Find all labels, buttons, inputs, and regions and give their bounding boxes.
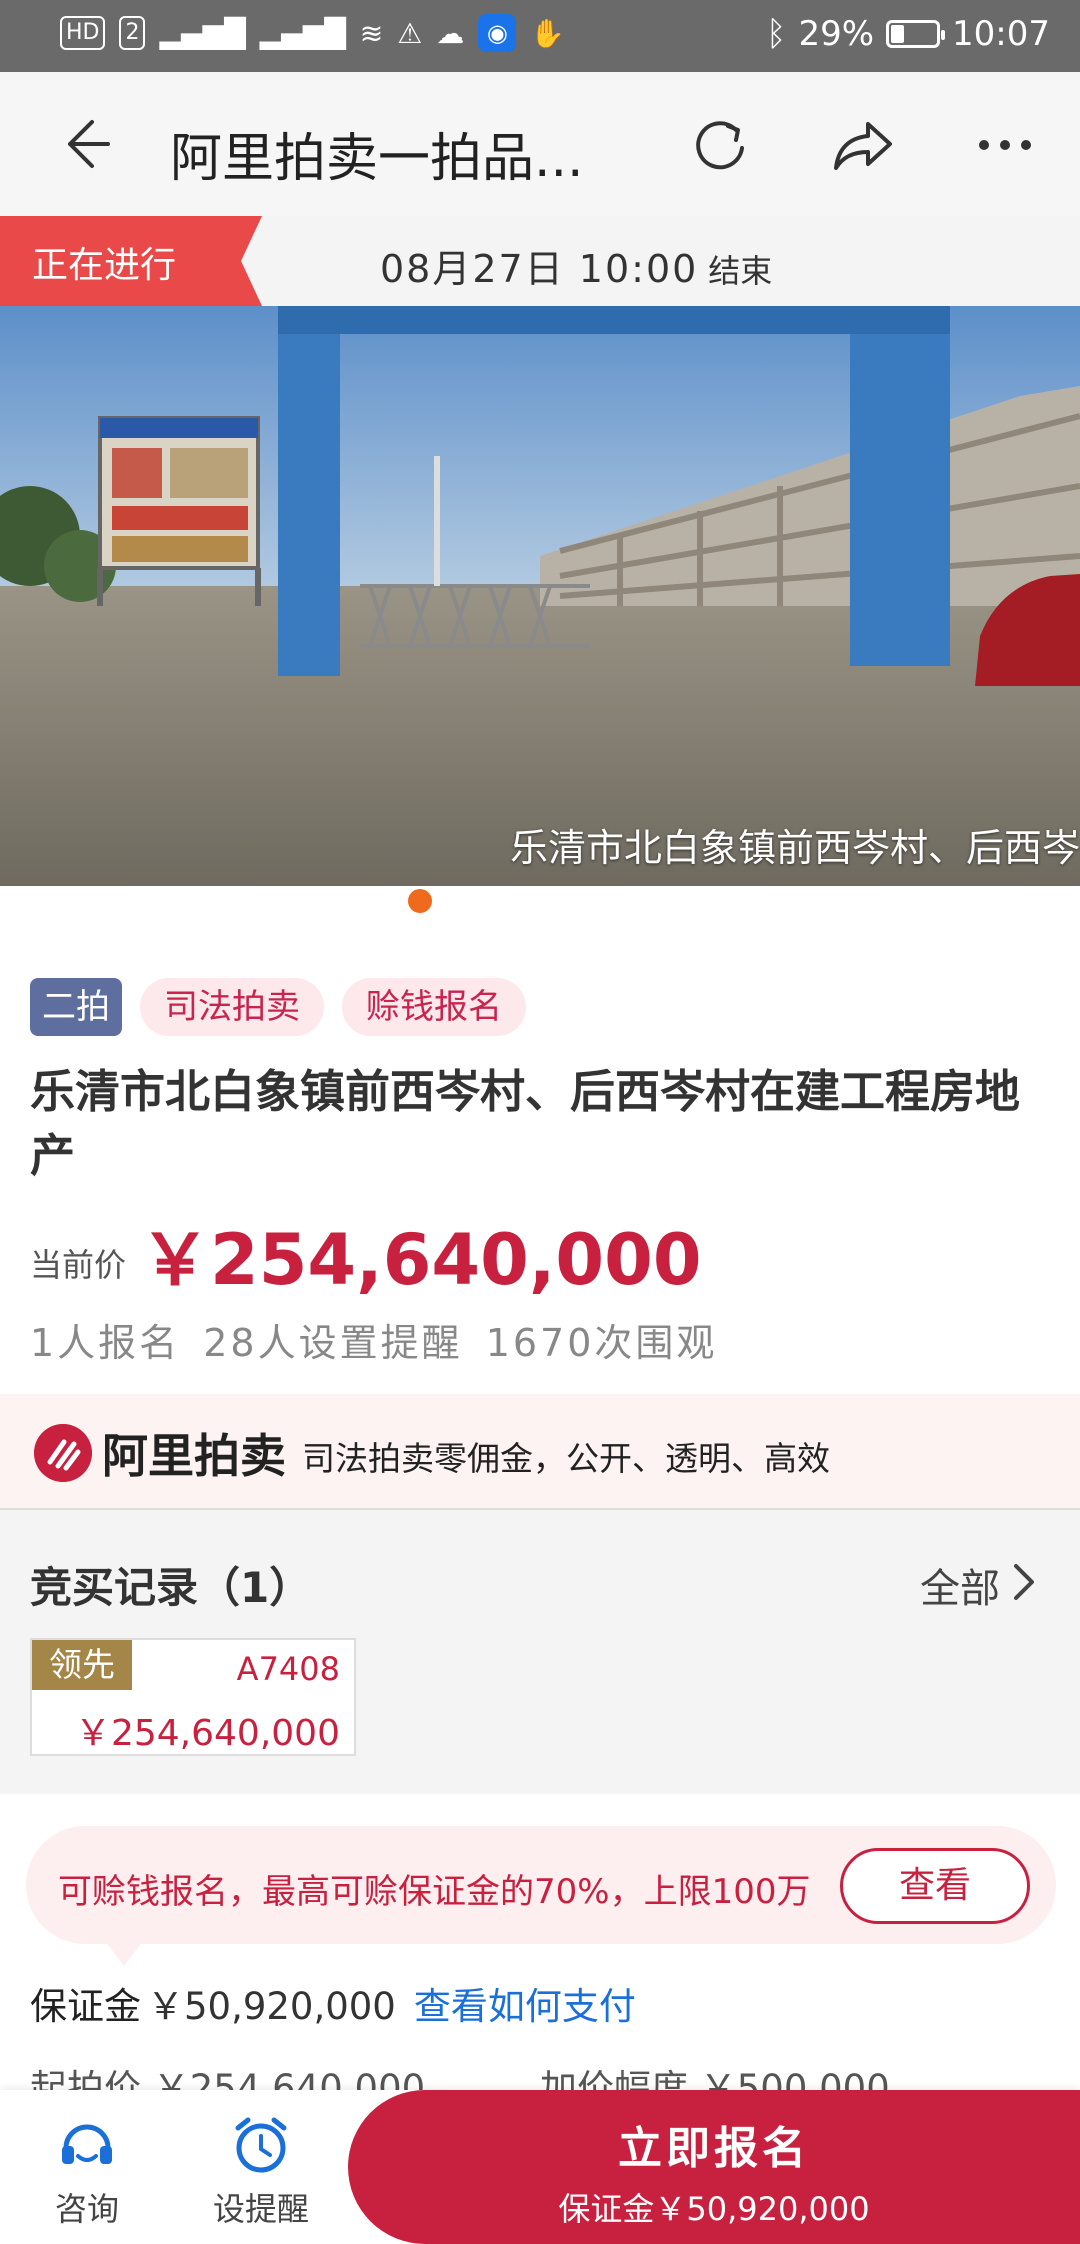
lot-photo[interactable]: 乐清市北白象镇前西岑村、后西岑 — [0, 306, 1080, 886]
price-label: 当前价 — [30, 1246, 127, 1284]
deposit-row: 保证金 ￥50,920,000 查看如何支付 — [30, 1976, 636, 2030]
page-title: 阿里拍卖一拍品... — [170, 129, 584, 189]
lot-stats: 1人报名 28人设置提醒 1670次围观 — [30, 1321, 718, 1365]
view-promo-button[interactable]: 查看 — [840, 1848, 1030, 1924]
set-reminder-button[interactable]: 设提醒 — [196, 2112, 326, 2230]
share-icon[interactable] — [828, 110, 898, 180]
how-to-pay-link[interactable]: 查看如何支付 — [414, 1985, 636, 2028]
lot-title: 乐清市北白象镇前西岑村、后西岑村在建工程房地产 — [30, 1065, 1021, 1182]
auction-status-banner: 正在进行 08月27日 10:00 结束 — [0, 216, 1080, 306]
ali-auction-logo-icon — [34, 1424, 92, 1482]
clock: 10:07 — [952, 14, 1050, 54]
bidder-id: A7408 — [236, 1650, 340, 1688]
status-right: ᛒ 29% 10:07 — [766, 14, 1050, 54]
battery-icon — [886, 20, 946, 48]
hd-indicator: HD — [60, 16, 106, 50]
signal-icon-2: ▂▄▆█ — [259, 16, 346, 50]
register-now-button[interactable]: 立即报名 保证金￥50,920,000 — [348, 2090, 1080, 2244]
headset-icon — [62, 2124, 112, 2164]
wifi-icon: ≋ — [359, 16, 384, 50]
status-tag: 正在进行 — [0, 216, 262, 306]
alarm-clock-icon — [235, 2117, 287, 2173]
construction-site-photo — [0, 306, 1080, 886]
refresh-icon[interactable] — [684, 110, 754, 180]
end-time: 08月27日 10:00 结束 — [380, 238, 772, 293]
leading-badge: 领先 — [32, 1640, 132, 1690]
bid-record-card[interactable]: 领先 A7408 ￥254,640,000 — [30, 1638, 356, 1756]
photo-caption: 乐清市北白象镇前西岑村、后西岑 — [509, 826, 1080, 870]
end-suffix: 结束 — [708, 252, 773, 290]
deposit-value: ￥50,920,000 — [147, 1985, 396, 2028]
bluetooth-icon: ᛒ — [766, 14, 787, 54]
battery-percent: 29% — [798, 14, 875, 54]
wechat-icon: ☁ — [436, 16, 465, 50]
remind-label: 设提醒 — [212, 2190, 309, 2228]
current-price: ￥254,640,000 — [140, 1219, 702, 1301]
system-status-bar: HD 2 ▂▄▆█ ▂▄▆█ ≋ ⚠ ☁ ◉ ✋ ᛒ 29% 10:07 — [0, 0, 1080, 72]
ali-brand-name: 阿里拍卖 — [102, 1429, 286, 1483]
view-all-records-link[interactable]: 全部 — [920, 1556, 1000, 1614]
signal-icon: ▂▄▆█ — [159, 16, 246, 50]
consult-label: 咨询 — [54, 2190, 119, 2228]
register-deposit-label: 保证金￥50,920,000 — [558, 2190, 870, 2228]
back-arrow-icon[interactable] — [52, 112, 116, 176]
hand-icon: ✋ — [530, 16, 566, 50]
tag-judicial[interactable]: 司法拍卖 — [140, 978, 324, 1036]
register-now-label: 立即报名 — [618, 2123, 810, 2174]
ali-auction-banner[interactable]: 阿里拍卖 司法拍卖零佣金，公开、透明、高效 — [0, 1394, 1080, 1510]
warning-icon: ⚠ — [397, 16, 423, 50]
more-icon[interactable] — [970, 110, 1040, 180]
promo-text: 可赊钱报名，最高可赊保证金的70%，上限100万 — [58, 1872, 811, 1912]
battery-fill — [891, 25, 904, 43]
lot-tags: 二拍 司法拍卖 赊钱报名 — [30, 978, 526, 1036]
bulb-icon: ◉ — [478, 14, 517, 52]
sim-indicator: 2 — [119, 16, 146, 50]
credit-signup-promo: 可赊钱报名，最高可赊保证金的70%，上限100万 查看 — [26, 1826, 1056, 1966]
chevron-right-icon[interactable] — [1008, 1562, 1040, 1602]
bid-records-title: 竞买记录（1） — [30, 1563, 312, 1612]
bid-amount: ￥254,640,000 — [74, 1713, 340, 1754]
tag-credit-signup[interactable]: 赊钱报名 — [342, 978, 526, 1036]
deposit-label: 保证金 — [30, 1985, 141, 2028]
ali-slogan: 司法拍卖零佣金，公开、透明、高效 — [302, 1439, 830, 1478]
carousel-indicator[interactable] — [408, 889, 432, 913]
bid-records-section: 竞买记录（1） 全部 领先 A7408 ￥254,640,000 — [0, 1510, 1080, 1794]
consult-button[interactable]: 咨询 — [22, 2112, 152, 2230]
end-date: 08月27日 10:00 — [380, 247, 699, 291]
status-left-icons: HD 2 ▂▄▆█ ▂▄▆█ ≋ ⚠ ☁ ◉ ✋ — [60, 14, 565, 52]
navigation-bar: 阿里拍卖一拍品... — [0, 72, 1080, 216]
tag-round: 二拍 — [30, 978, 122, 1036]
bottom-action-bar: 咨询 设提醒 立即报名 保证金￥50,920,000 — [0, 2090, 1080, 2244]
